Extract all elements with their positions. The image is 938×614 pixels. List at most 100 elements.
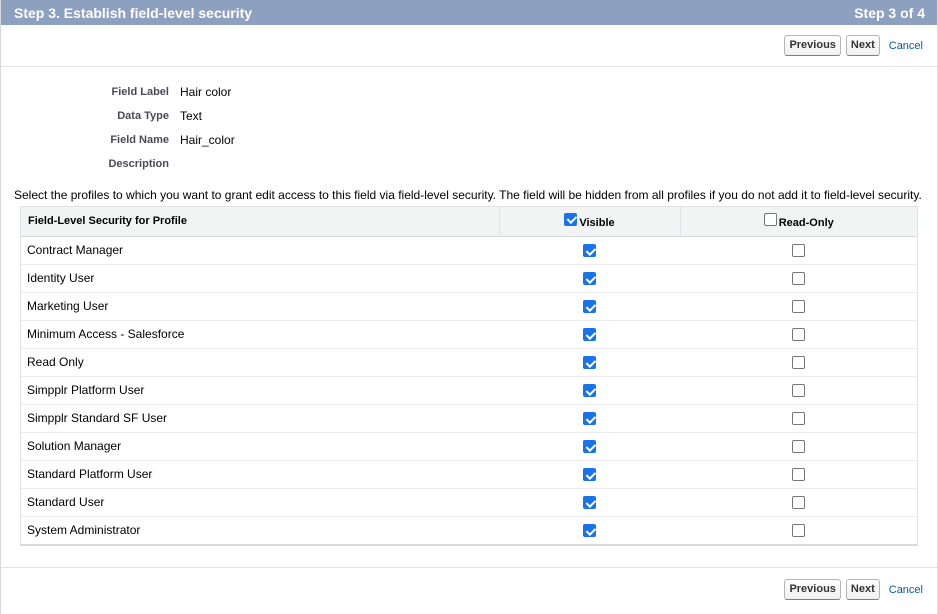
- table-row: Simpplr Standard SF User: [21, 404, 917, 433]
- visible-cell: [499, 320, 680, 349]
- visible-checkbox[interactable]: [583, 468, 596, 482]
- visible-cell: [499, 404, 680, 433]
- profile-name: Minimum Access - Salesforce: [21, 320, 499, 349]
- wizard-page: Step 3. Establish field-level security S…: [0, 0, 938, 614]
- profile-name: Standard Platform User: [21, 460, 499, 489]
- field-info-row: Description: [1, 152, 937, 176]
- field-info-row: Field Label Hair color: [1, 80, 937, 104]
- field-info-row: Field Name Hair_color: [1, 128, 937, 152]
- visible-checkbox[interactable]: [583, 300, 596, 314]
- visible-checkbox[interactable]: [583, 384, 596, 398]
- field-info-row: Data Type Text: [1, 104, 937, 128]
- read-only-column-header: Read-Only: [680, 207, 917, 237]
- read-only-cell: [680, 432, 917, 461]
- read-only-checkbox[interactable]: [792, 524, 805, 538]
- description-label: Description: [108, 158, 169, 170]
- table-row: Identity User: [21, 264, 917, 293]
- field-name-label: Field Name: [110, 134, 169, 146]
- visible-checkbox[interactable]: [583, 440, 596, 454]
- profile-name: System Administrator: [27, 523, 141, 538]
- cancel-link[interactable]: Cancel: [889, 584, 923, 596]
- profile-name: Read Only: [21, 348, 499, 377]
- table-row: Simpplr Platform User: [21, 376, 917, 405]
- profile-name: Standard User: [21, 488, 499, 517]
- bottom-button-bar: Previous Next Cancel: [1, 567, 937, 611]
- table-row: Solution Manager: [21, 432, 917, 461]
- table-row: Standard User: [21, 488, 917, 517]
- field-name-value: Hair_color: [180, 133, 235, 147]
- visible-cell: [499, 516, 680, 544]
- profile-name: Solution Manager: [21, 432, 499, 461]
- read-only-select-all-checkbox[interactable]: [763, 212, 777, 226]
- read-only-checkbox[interactable]: [792, 496, 805, 510]
- profile-name: Contract Manager: [21, 236, 499, 265]
- field-label-value: Hair color: [180, 85, 232, 99]
- visible-checkbox[interactable]: [583, 356, 596, 370]
- next-button[interactable]: Next: [845, 579, 880, 600]
- table-row: Contract Manager: [21, 236, 917, 265]
- read-only-cell: [680, 488, 917, 517]
- visible-cell: [499, 236, 680, 265]
- step-header: Step 3. Establish field-level security S…: [1, 0, 937, 25]
- profile-name: Marketing User: [21, 292, 499, 321]
- visible-cell: [499, 264, 680, 293]
- read-only-checkbox[interactable]: [792, 384, 805, 398]
- read-only-checkbox[interactable]: [792, 412, 805, 426]
- read-only-cell: [680, 460, 917, 489]
- profile-name: Identity User: [21, 264, 499, 293]
- instructions-text: Select the profiles to which you want to…: [14, 188, 922, 202]
- field-info-section: Field Label Hair color Data Type Text Fi…: [1, 67, 937, 176]
- read-only-cell: [680, 376, 917, 405]
- read-only-checkbox[interactable]: [792, 468, 805, 482]
- table-row: Minimum Access - Salesforce: [21, 320, 917, 349]
- table-row: Standard Platform User: [21, 460, 917, 489]
- visible-cell: [499, 376, 680, 405]
- read-only-header-label: Read-Only: [778, 217, 834, 230]
- field-label-label: Field Label: [111, 86, 169, 98]
- visible-checkbox[interactable]: [583, 496, 596, 510]
- visible-cell: [499, 432, 680, 461]
- cancel-link[interactable]: Cancel: [889, 40, 923, 52]
- visible-column-header: Visible: [499, 207, 681, 237]
- visible-cell: [499, 460, 680, 489]
- step-title: Step 3. Establish field-level security: [14, 4, 253, 21]
- visible-checkbox[interactable]: [583, 412, 596, 426]
- visible-cell: [499, 348, 680, 377]
- table-header-row: Field-Level Security for Profile Visible…: [21, 207, 917, 237]
- visible-select-all-checkbox[interactable]: [564, 212, 578, 226]
- read-only-checkbox[interactable]: [792, 244, 805, 258]
- read-only-cell: [680, 292, 917, 321]
- read-only-cell: [680, 236, 917, 265]
- previous-button[interactable]: Previous: [784, 35, 841, 56]
- read-only-cell: [680, 516, 917, 544]
- table-row: Read Only: [21, 348, 917, 377]
- table-row: Marketing User: [21, 292, 917, 321]
- read-only-checkbox[interactable]: [792, 272, 805, 286]
- read-only-cell: [680, 348, 917, 377]
- profile-name: Simpplr Standard SF User: [21, 404, 499, 433]
- profile-name: Simpplr Platform User: [21, 376, 499, 405]
- read-only-checkbox[interactable]: [792, 300, 805, 314]
- read-only-cell: [680, 404, 917, 433]
- visible-checkbox[interactable]: [583, 244, 596, 258]
- data-type-value: Text: [180, 109, 203, 123]
- read-only-checkbox[interactable]: [792, 356, 805, 370]
- table-row: System Administrator: [21, 516, 917, 544]
- visible-cell: [499, 488, 680, 517]
- visible-checkbox[interactable]: [583, 272, 596, 286]
- profile-column-header: Field-Level Security for Profile: [21, 207, 500, 237]
- read-only-checkbox[interactable]: [792, 440, 805, 454]
- visible-checkbox[interactable]: [583, 524, 596, 538]
- step-indicator: Step 3 of 4: [854, 4, 925, 21]
- next-button[interactable]: Next: [845, 35, 880, 56]
- read-only-cell: [680, 264, 917, 293]
- read-only-cell: [680, 320, 917, 349]
- visible-checkbox[interactable]: [583, 328, 596, 342]
- visible-cell: [499, 292, 680, 321]
- read-only-checkbox[interactable]: [792, 328, 805, 342]
- fls-table: Field-Level Security for Profile Visible…: [20, 206, 918, 546]
- data-type-label: Data Type: [117, 110, 169, 122]
- top-button-bar: Previous Next Cancel: [1, 25, 937, 67]
- visible-header-label: Visible: [579, 217, 615, 230]
- previous-button[interactable]: Previous: [784, 579, 841, 600]
